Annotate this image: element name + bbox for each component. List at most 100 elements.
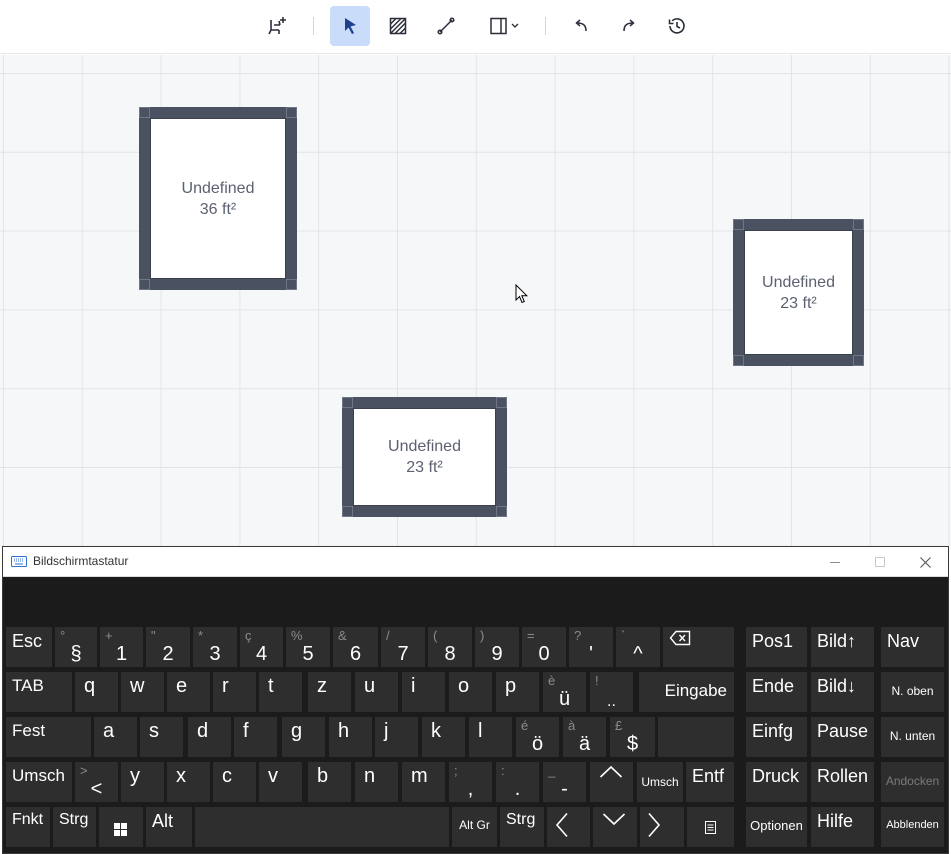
key-s[interactable]: s	[140, 717, 183, 757]
key-druck[interactable]: Druck	[746, 762, 807, 802]
room[interactable]: Undefined 36 ft²	[139, 107, 297, 290]
key-t[interactable]: t	[259, 672, 302, 712]
key-ctrl-right[interactable]: Strg	[500, 807, 544, 847]
key-arrow-right[interactable]	[640, 807, 684, 847]
key-fn[interactable]: Fnkt	[6, 807, 50, 847]
add-furniture-button[interactable]	[257, 6, 297, 46]
key-oe[interactable]: éö	[516, 717, 559, 757]
key-period[interactable]: :.	[496, 762, 539, 802]
key-5[interactable]: % 5	[286, 627, 330, 667]
key-dollar[interactable]: £ $	[610, 717, 655, 757]
key-1[interactable]: +1	[100, 627, 143, 667]
key-d[interactable]: d	[188, 717, 231, 757]
key-caps-lock[interactable]: Fest	[6, 717, 91, 757]
key-f[interactable]: f	[234, 717, 277, 757]
window-titlebar[interactable]: Bildschirmtastatur	[3, 547, 948, 577]
key-y[interactable]: y	[121, 762, 164, 802]
key-arrow-left[interactable]	[547, 807, 590, 847]
key-diaeresis[interactable]: !..	[590, 672, 633, 712]
key-pause[interactable]: Pause	[811, 717, 874, 757]
key-x[interactable]: x	[167, 762, 210, 802]
key-6[interactable]: & 6	[333, 627, 378, 667]
close-button[interactable]	[902, 547, 948, 577]
key-less-than[interactable]: > <	[75, 762, 118, 802]
key-context-menu[interactable]	[687, 807, 734, 847]
key-alt-gr[interactable]: Alt Gr	[452, 807, 497, 847]
key-section[interactable]: ° §	[55, 627, 97, 667]
key-2[interactable]: " 2	[146, 627, 190, 667]
key-rollen[interactable]: Rollen	[811, 762, 874, 802]
undo-button[interactable]	[561, 6, 601, 46]
key-ctrl-left[interactable]: Strg	[53, 807, 96, 847]
key-backspace[interactable]	[663, 627, 734, 667]
key-l[interactable]: l	[469, 717, 512, 757]
key-7[interactable]: /7	[381, 627, 425, 667]
key-abblenden[interactable]: Abblenden	[881, 807, 944, 847]
key-apostrophe[interactable]: ? '	[569, 627, 613, 667]
key-optionen[interactable]: Optionen	[746, 807, 807, 847]
key-alt[interactable]: Alt	[146, 807, 192, 847]
key-i[interactable]: i	[402, 672, 445, 712]
key-3[interactable]: * 3	[193, 627, 237, 667]
key-andocken[interactable]: Andocken	[881, 762, 944, 802]
key-windows[interactable]	[99, 807, 143, 847]
key-j[interactable]: j	[375, 717, 418, 757]
key-g[interactable]: g	[282, 717, 325, 757]
key-u[interactable]: u	[355, 672, 398, 712]
key-enter[interactable]: Eingabe	[639, 672, 734, 712]
key-space[interactable]	[195, 807, 449, 847]
key-c[interactable]: c	[213, 762, 256, 802]
key-h[interactable]: h	[329, 717, 372, 757]
key-esc[interactable]: Esc	[6, 627, 52, 667]
key-e[interactable]: e	[167, 672, 210, 712]
key-comma[interactable]: ;,	[449, 762, 492, 802]
key-arrow-down[interactable]	[593, 807, 637, 847]
key-einfg[interactable]: Einfg	[746, 717, 807, 757]
key-m[interactable]: m	[402, 762, 445, 802]
key-9[interactable]: ) 9	[475, 627, 519, 667]
key-b[interactable]: b	[308, 762, 351, 802]
key-tab[interactable]: TAB	[6, 672, 72, 712]
minimize-button[interactable]	[812, 547, 858, 577]
key-arrow-up[interactable]	[590, 762, 633, 802]
room[interactable]: Undefined 23 ft²	[342, 397, 507, 517]
panel-dropdown-button[interactable]	[484, 6, 528, 46]
key-n-oben[interactable]: N. oben	[881, 672, 944, 712]
key-n[interactable]: n	[355, 762, 398, 802]
key-bild-up[interactable]: Bild↑	[811, 627, 874, 667]
redo-button[interactable]	[609, 6, 649, 46]
key-v[interactable]: v	[259, 762, 302, 802]
key-pos1[interactable]: Pos1	[746, 627, 807, 667]
key-w[interactable]: w	[121, 672, 164, 712]
key-q[interactable]: q	[75, 672, 118, 712]
key-k[interactable]: k	[422, 717, 465, 757]
key-8[interactable]: (8	[428, 627, 472, 667]
key-hilfe[interactable]: Hilfe	[811, 807, 874, 847]
key-bild-down[interactable]: Bild↓	[811, 672, 874, 712]
maximize-button[interactable]	[857, 547, 903, 577]
key-n-unten[interactable]: N. unten	[881, 717, 944, 757]
key-z[interactable]: z	[308, 672, 351, 712]
area-tool-button[interactable]	[378, 6, 418, 46]
key-o[interactable]: o	[449, 672, 492, 712]
line-tool-button[interactable]	[426, 6, 466, 46]
key-entf[interactable]: Entf	[686, 762, 734, 802]
floorplan-canvas[interactable]: Undefined 36 ft² Undefined 23 ft² Undefi…	[0, 55, 951, 546]
key-dash[interactable]: _ -	[543, 762, 586, 802]
key-r[interactable]: r	[213, 672, 256, 712]
key-a[interactable]: a	[94, 717, 137, 757]
key-0[interactable]: = 0	[522, 627, 566, 667]
key-ue[interactable]: èü	[543, 672, 586, 712]
key-4[interactable]: ç4	[240, 627, 283, 667]
key-ende[interactable]: Ende	[746, 672, 807, 712]
key-enter-lower[interactable]	[658, 717, 734, 757]
history-button[interactable]	[657, 6, 697, 46]
key-shift-left[interactable]: Umsch	[6, 762, 72, 802]
key-shift-right[interactable]: Umsch	[637, 762, 683, 802]
key-ae[interactable]: àä	[563, 717, 606, 757]
key-caret[interactable]: ` ^	[616, 627, 660, 667]
key-nav[interactable]: Nav	[881, 627, 944, 667]
select-tool-button[interactable]	[330, 6, 370, 46]
key-p[interactable]: p	[496, 672, 539, 712]
room[interactable]: Undefined 23 ft²	[733, 219, 864, 366]
